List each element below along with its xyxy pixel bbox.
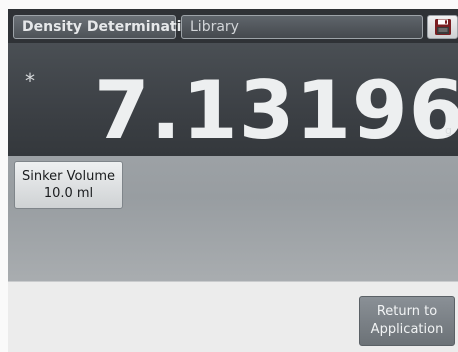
top-bar: Density Determination Library	[8, 9, 458, 43]
unit-label[interactable]: g	[445, 124, 452, 137]
library-tab[interactable]: Library	[181, 15, 423, 39]
return-label-line2: Application	[370, 322, 444, 337]
weight-readout: 7.13196	[94, 64, 458, 157]
return-to-application-button[interactable]: Return to Application	[359, 296, 455, 346]
weight-display-panel: * 7.13196 g	[8, 43, 458, 156]
bottom-bar: Return to Application	[8, 281, 458, 352]
sinker-volume-label: Sinker Volume	[22, 169, 115, 184]
sinker-volume-value: 10.0 ml	[43, 186, 94, 201]
return-label-line1: Return to	[376, 304, 438, 319]
application-tab[interactable]: Density Determination	[13, 15, 201, 39]
floppy-disk-icon	[435, 19, 451, 35]
sinker-volume-button[interactable]: Sinker Volume 10.0 ml	[14, 161, 123, 209]
stable-indicator: *	[25, 69, 35, 93]
save-button[interactable]	[427, 15, 458, 39]
balance-screen: Density Determination Library * 7.13196 …	[8, 9, 458, 352]
